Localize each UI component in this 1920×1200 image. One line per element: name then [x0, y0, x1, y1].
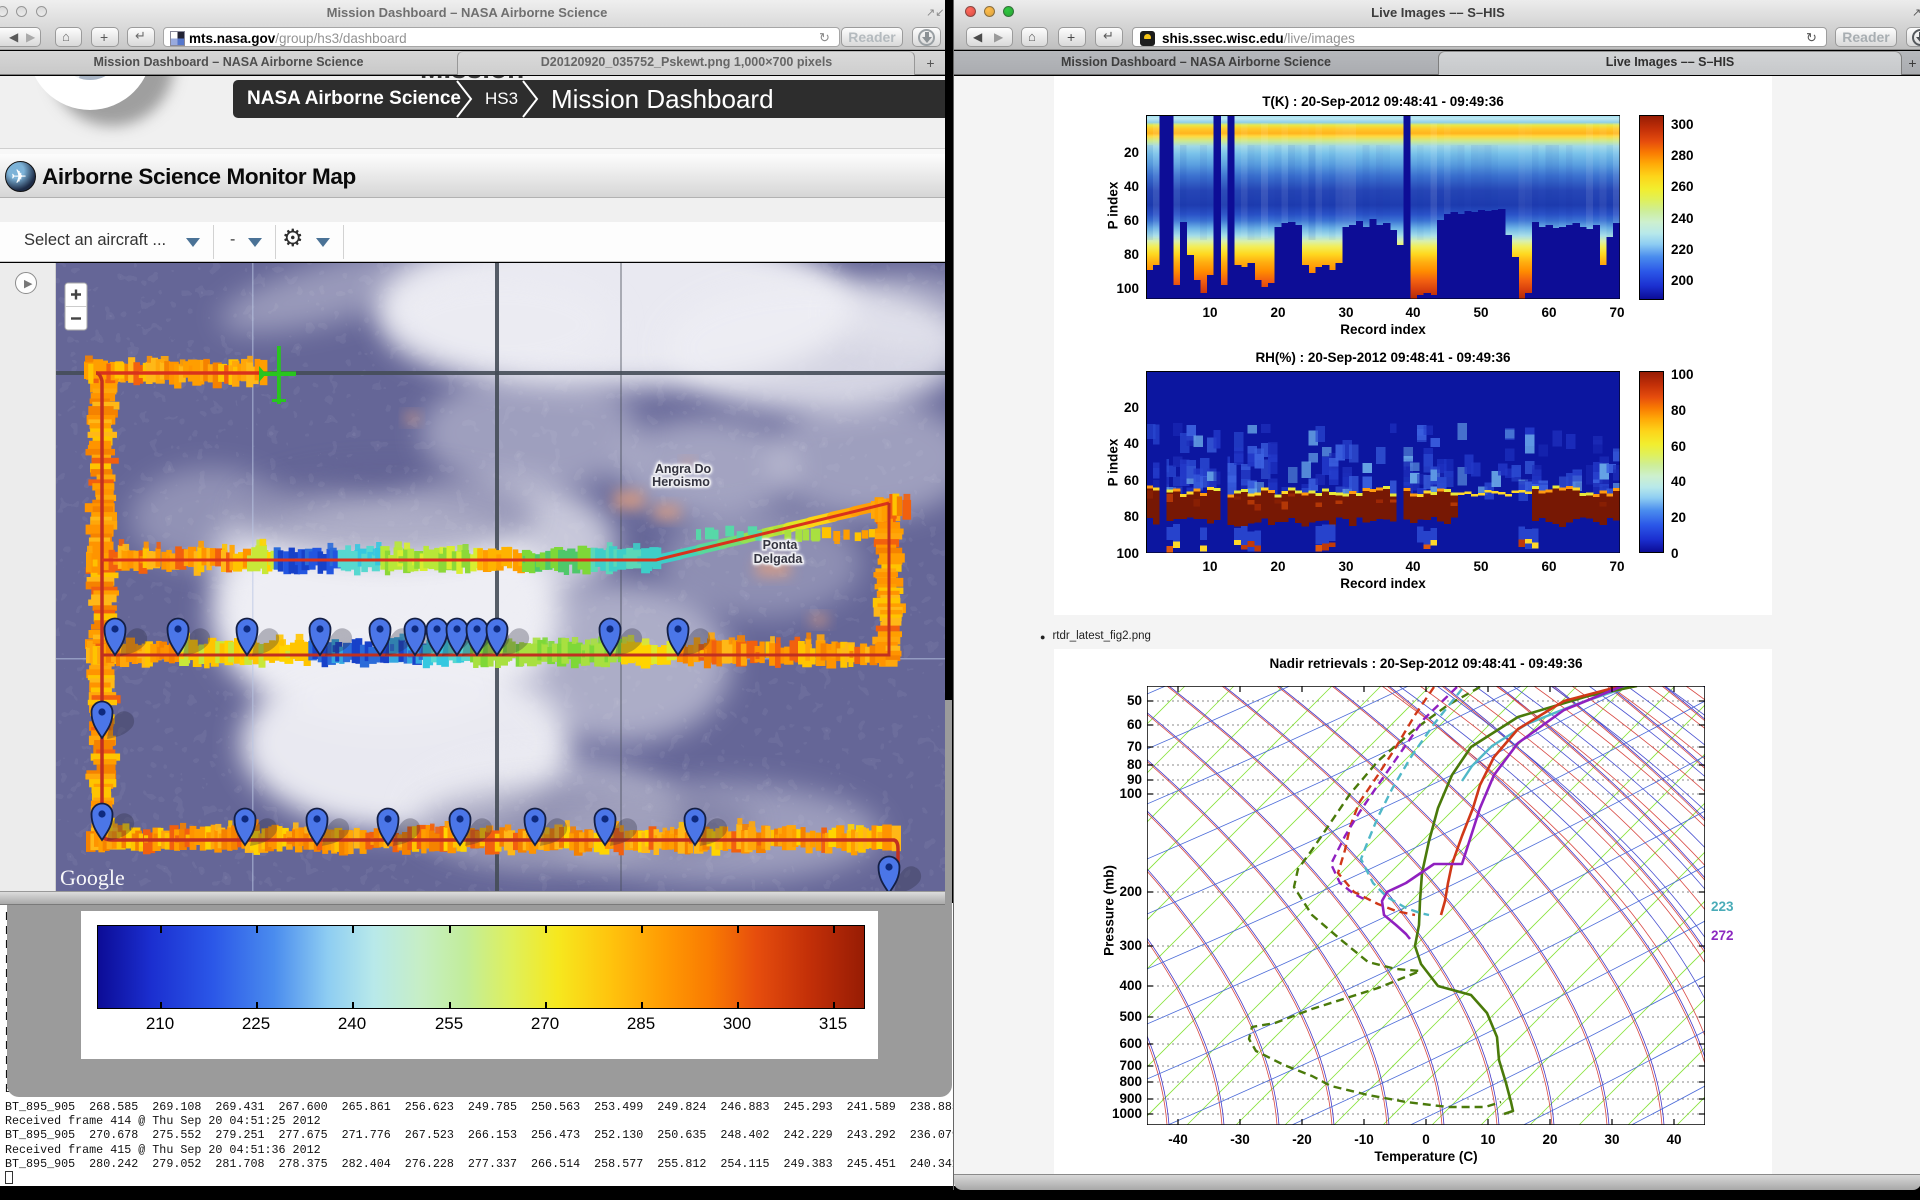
svg-text:Ponta: Ponta	[763, 538, 799, 552]
svg-text:Delgada: Delgada	[754, 552, 804, 566]
svg-text:Angra Do: Angra Do	[655, 462, 712, 476]
svg-text:Google: Google	[60, 865, 125, 890]
svg-text:Heroismo: Heroismo	[652, 475, 710, 489]
